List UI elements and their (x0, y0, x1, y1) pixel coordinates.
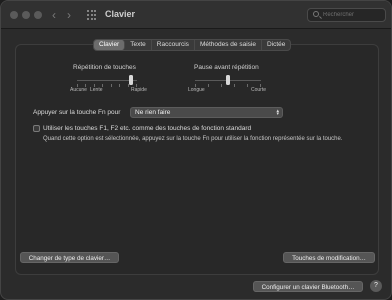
fn-key-label: Appuyer sur la touche Fn pour (33, 109, 121, 116)
fn-key-value: Ne rien faire (135, 109, 171, 116)
slider-tick (221, 84, 222, 87)
change-keyboard-type-button[interactable]: Changer de type de clavier… (20, 252, 119, 263)
search-input[interactable] (323, 10, 383, 20)
key-repeat-slider[interactable] (77, 75, 137, 87)
forward-arrow-icon[interactable]: › (67, 8, 71, 22)
tab-texte[interactable]: Texte (125, 40, 152, 50)
search-field[interactable] (307, 8, 386, 22)
title-bar: ‹ › Clavier (1, 1, 391, 29)
help-button[interactable]: ? (370, 280, 382, 292)
tab-dictee[interactable]: Dictée (262, 40, 290, 50)
fn-key-popup[interactable]: Ne rien faire ▴ ▾ (130, 107, 283, 118)
slider-tick (119, 84, 120, 87)
key-repeat-label-slow: Lente (90, 87, 103, 93)
keyboard-preferences-window: ‹ › Clavier Clavier Texte Raccourcis Mét… (0, 0, 392, 300)
window-title: Clavier (105, 9, 136, 19)
tab-bar: Clavier Texte Raccourcis Méthodes de sai… (93, 39, 292, 51)
key-repeat-title: Répétition de touches (73, 64, 136, 71)
delay-repeat-slider[interactable] (195, 75, 261, 87)
tab-raccourcis[interactable]: Raccourcis (152, 40, 195, 50)
zoom-window-button[interactable] (34, 11, 42, 19)
close-window-button[interactable] (10, 11, 18, 19)
delay-repeat-title: Pause avant répétition (194, 64, 259, 71)
slider-knob[interactable] (129, 75, 133, 85)
show-all-grid-icon[interactable] (87, 10, 97, 20)
slider-knob[interactable] (226, 75, 230, 85)
key-repeat-label-none: Aucune (70, 87, 87, 93)
tab-methodes-de-saisie[interactable]: Méthodes de saisie (195, 40, 262, 50)
delay-label-long: Longue (188, 87, 205, 93)
fkeys-description: Quand cette option est sélectionnée, app… (43, 136, 343, 142)
fkeys-checkbox-label[interactable]: Utiliser les touches F1, F2 etc. comme d… (43, 125, 251, 132)
search-icon (313, 11, 319, 17)
minimize-window-button[interactable] (22, 11, 30, 19)
chevron-updown-icon: ▴ ▾ (276, 107, 279, 117)
tab-clavier[interactable]: Clavier (94, 40, 126, 50)
slider-track (77, 80, 137, 81)
bluetooth-keyboard-button[interactable]: Configurer un clavier Bluetooth… (253, 281, 363, 292)
key-repeat-label-fast: Rapide (131, 87, 147, 93)
fkeys-checkbox[interactable] (33, 125, 40, 132)
modifier-keys-button[interactable]: Touches de modification… (283, 252, 375, 263)
slider-tick (247, 84, 248, 87)
slider-tick (111, 84, 112, 87)
back-arrow-icon[interactable]: ‹ (52, 8, 56, 22)
slider-tick (234, 84, 235, 87)
delay-label-short: Courte (251, 87, 267, 93)
slider-tick (208, 84, 209, 87)
